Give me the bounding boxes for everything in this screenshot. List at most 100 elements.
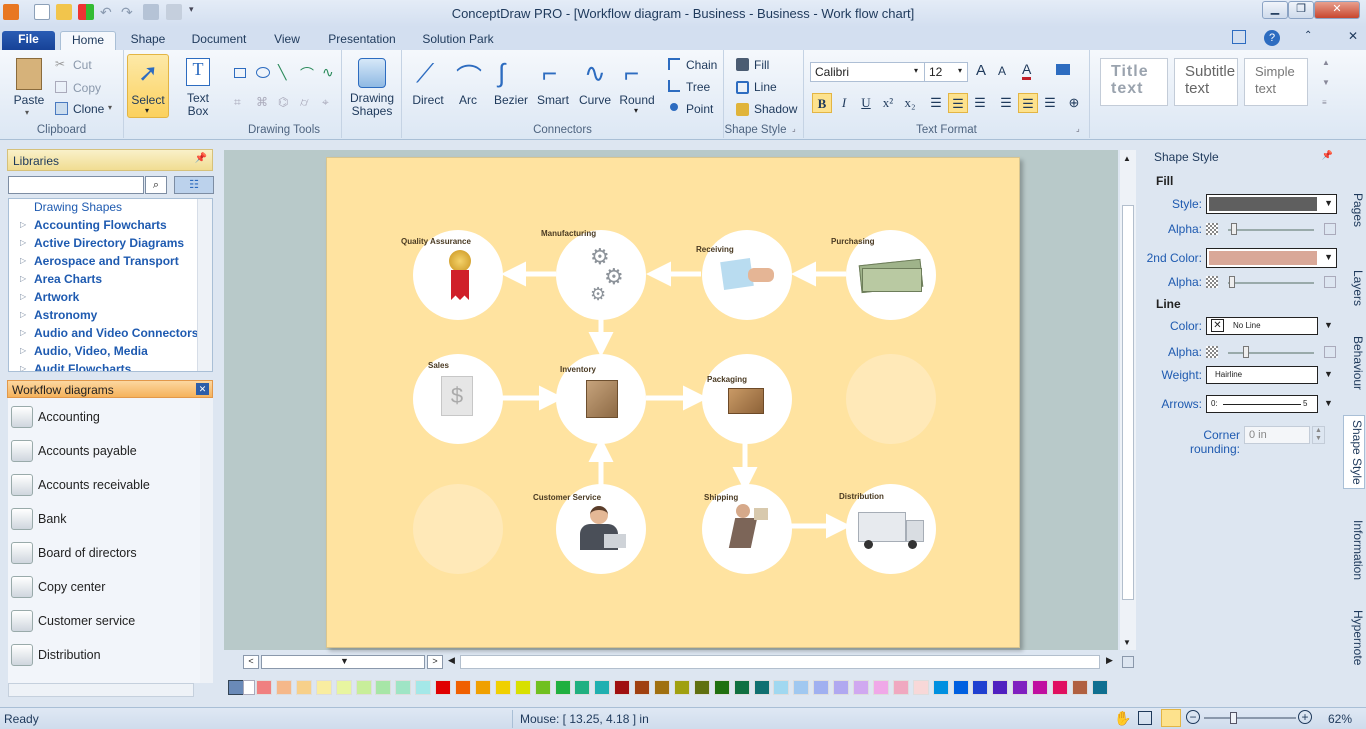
node-packaging[interactable] xyxy=(702,354,792,444)
list-item[interactable]: Accounting xyxy=(8,400,198,434)
align-right-button[interactable]: ☰ xyxy=(970,93,990,113)
color-swatch[interactable] xyxy=(932,680,949,695)
style-simple-text[interactable]: Simple text xyxy=(1244,58,1308,106)
line-weight-select[interactable]: Hairline xyxy=(1206,366,1318,384)
clone-button[interactable]: Clone xyxy=(73,102,104,116)
font-name-select[interactable]: Calibri xyxy=(810,62,926,82)
color-swatch[interactable] xyxy=(514,680,531,695)
list-item[interactable]: Accounts payable xyxy=(8,434,198,468)
tree-item[interactable]: Audit Flowcharts xyxy=(34,362,131,371)
fill-button[interactable]: Fill xyxy=(754,58,769,72)
tab-document[interactable]: Document xyxy=(186,31,252,50)
tab-shape[interactable]: Shape xyxy=(124,31,172,50)
bold-button[interactable]: B xyxy=(812,93,832,113)
font-color-icon[interactable]: A xyxy=(1022,62,1032,80)
page-prev-button[interactable]: < xyxy=(243,655,259,669)
tab-hypernote[interactable]: Hypernote xyxy=(1343,605,1365,671)
tab-file[interactable]: File xyxy=(2,31,55,50)
tree-item[interactable]: Artwork xyxy=(34,290,79,304)
ribbon-minimize-icon[interactable]: ⌃ xyxy=(1304,30,1312,41)
ribbon-close-icon[interactable]: ✕ xyxy=(1348,29,1358,43)
curve-button[interactable]: Curve xyxy=(574,93,616,107)
gallery-down-icon[interactable]: ▼ xyxy=(1322,78,1330,87)
color-swatch[interactable] xyxy=(972,680,989,695)
align-center-button[interactable]: ☰ xyxy=(948,93,968,113)
canvas-hscrollbar[interactable] xyxy=(460,655,1100,669)
freehand-icon[interactable]: ⌘ xyxy=(256,95,268,109)
color-swatch[interactable] xyxy=(534,680,551,695)
node-receiving[interactable] xyxy=(702,230,792,320)
gallery-up-icon[interactable]: ▲ xyxy=(1322,58,1330,67)
bezier-button[interactable]: Bezier xyxy=(490,93,532,107)
style-title-text[interactable]: Title text xyxy=(1100,58,1168,106)
hscroll-right-icon[interactable]: ▶ xyxy=(1106,655,1113,666)
smart-button[interactable]: Smart xyxy=(532,93,574,107)
tree-expand-icon[interactable]: ▷ xyxy=(20,220,26,229)
shrink-font-icon[interactable]: A xyxy=(998,64,1006,78)
pin-icon[interactable]: 📌 xyxy=(195,153,207,164)
tab-shape-style[interactable]: Shape Style xyxy=(1343,415,1365,489)
tab-pages[interactable]: Pages xyxy=(1343,185,1365,235)
color-swatch[interactable] xyxy=(713,680,730,695)
color-swatch[interactable] xyxy=(853,680,869,695)
tree-item[interactable]: Audio, Video, Media xyxy=(34,344,148,358)
direct-button[interactable]: Direct xyxy=(406,93,450,107)
style-subtitle-text[interactable]: Subtitle text xyxy=(1174,58,1238,106)
color-swatch[interactable] xyxy=(375,680,392,695)
shape-list-scrollbar[interactable] xyxy=(200,398,213,683)
second-color-select[interactable]: ▼ xyxy=(1206,248,1337,268)
line-color-dropdown-icon[interactable]: ▼ xyxy=(1324,320,1333,330)
color-swatch[interactable] xyxy=(395,680,412,695)
fit-page-icon[interactable] xyxy=(1122,656,1134,668)
line-tool-icon[interactable]: ╲ xyxy=(278,64,286,81)
gallery-more-icon[interactable]: ≡ xyxy=(1322,98,1327,107)
zoom-in-icon[interactable]: + xyxy=(1298,710,1312,724)
cut-button[interactable]: Cut xyxy=(73,58,92,72)
tab-view[interactable]: View xyxy=(268,31,306,50)
vscroll-up-icon[interactable]: ▲ xyxy=(1123,154,1131,163)
panel-pin-icon[interactable]: 📌 xyxy=(1322,150,1333,161)
select-button[interactable]: ➚ Select ▾ xyxy=(127,54,169,118)
drawing-shapes-button[interactable]: Drawing Shapes xyxy=(342,92,402,118)
line-alpha-thumb[interactable] xyxy=(1243,346,1249,358)
rectangle-icon[interactable] xyxy=(234,68,246,78)
bezier-tool-icon[interactable]: ⌬ xyxy=(278,95,288,109)
tree-expand-icon[interactable]: ▷ xyxy=(20,256,26,265)
fill-alpha-slider[interactable] xyxy=(1228,229,1314,231)
spline-tool-icon[interactable]: ⌭ xyxy=(300,95,309,110)
close-library-icon[interactable]: ✕ xyxy=(196,383,209,395)
line-button[interactable]: Line xyxy=(754,80,777,94)
underline-button[interactable]: U xyxy=(856,93,876,113)
list-item[interactable]: Accounts receivable xyxy=(8,468,198,502)
tab-information[interactable]: Information xyxy=(1343,517,1365,583)
arrows-select[interactable]: 0: 5 xyxy=(1206,395,1318,413)
hand-tool-icon[interactable]: ✋ xyxy=(1114,710,1131,727)
line-alpha-slider[interactable] xyxy=(1228,352,1314,354)
zoom-fit-icon[interactable] xyxy=(1138,711,1152,725)
list-item[interactable]: Customer service xyxy=(8,604,198,638)
color-swatch[interactable] xyxy=(275,680,292,695)
color-swatch[interactable] xyxy=(773,680,790,695)
text-format-launcher-icon[interactable]: ⌟ xyxy=(1076,124,1080,133)
tree-item[interactable]: Astronomy xyxy=(34,308,97,322)
color-swatch[interactable] xyxy=(494,680,511,695)
color-swatch[interactable] xyxy=(554,680,571,695)
library-search-input[interactable] xyxy=(8,176,144,194)
vscroll-thumb[interactable] xyxy=(1122,205,1134,600)
color-swatch[interactable] xyxy=(455,680,471,695)
shape-style-launcher-icon[interactable]: ⌟ xyxy=(792,124,796,133)
tree-expand-icon[interactable]: ▷ xyxy=(20,292,26,301)
search-button[interactable]: ⌕ xyxy=(145,176,167,194)
list-item[interactable]: Distribution xyxy=(8,638,198,672)
tree-scrollbar[interactable] xyxy=(197,199,212,371)
align-bottom-button[interactable]: ☰ xyxy=(1040,93,1060,113)
arc-button[interactable]: Arc xyxy=(450,93,486,107)
tree-button[interactable]: Tree xyxy=(686,80,710,94)
tree-expand-icon[interactable]: ▷ xyxy=(20,328,26,337)
color-swatch[interactable] xyxy=(574,680,591,695)
color-swatch[interactable] xyxy=(634,680,651,695)
italic-button[interactable]: I xyxy=(834,93,854,113)
textbox-button[interactable]: Text Box xyxy=(178,92,218,118)
list-item[interactable]: Copy center xyxy=(8,570,198,604)
color-swatch[interactable] xyxy=(952,680,969,695)
